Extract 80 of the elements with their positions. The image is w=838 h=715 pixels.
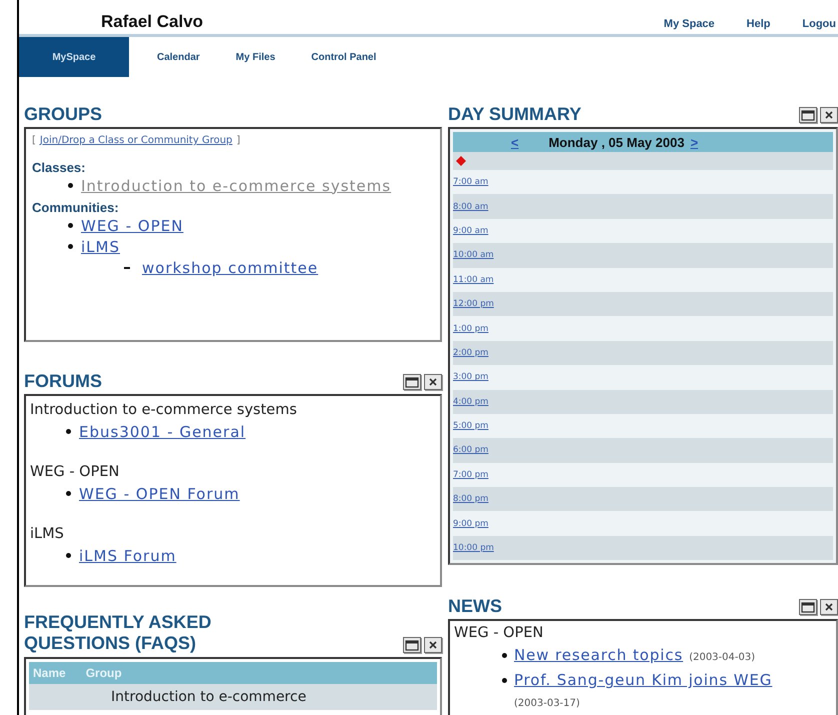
bullet-icon xyxy=(502,678,507,683)
group-name: WEG - OPEN xyxy=(30,463,120,482)
user-name: Rafael Calvo xyxy=(101,12,204,33)
join-link[interactable]: Join/Drop a Class or Community Group xyxy=(40,135,232,146)
community-link[interactable]: WEG - OPEN xyxy=(81,216,184,234)
time-link[interactable]: 8:00 pm xyxy=(453,494,488,504)
communities-label: Communities: xyxy=(32,200,120,215)
bracket: [ xyxy=(32,135,36,146)
header-link[interactable]: My Space xyxy=(664,18,715,30)
time-link[interactable]: 9:00 pm xyxy=(453,518,488,529)
bullet-icon xyxy=(66,491,71,496)
section-title: FORUMS xyxy=(24,371,102,391)
news-date: (2003-04-03) xyxy=(689,651,755,665)
group-name: WEG - OPEN xyxy=(454,624,544,643)
time-link[interactable]: 7:00 am xyxy=(453,177,488,188)
bullet-icon xyxy=(66,429,71,434)
minimize-icon xyxy=(405,376,419,388)
column-header: Name xyxy=(33,666,66,680)
bracket: ] xyxy=(236,135,240,146)
bullet-icon xyxy=(68,223,73,228)
minimize-button[interactable] xyxy=(799,599,817,615)
nav-tab[interactable]: MySpace xyxy=(19,37,129,77)
community-link[interactable]: iLMS xyxy=(81,238,120,256)
news-link[interactable]: New research topics xyxy=(514,644,684,667)
minimize-icon xyxy=(801,110,815,120)
header-link[interactable]: Logou xyxy=(802,18,836,30)
group-name: Introduction to e-commerce systems xyxy=(30,401,298,420)
bullet-icon xyxy=(68,183,73,188)
section-title: NEWS xyxy=(448,596,502,616)
news-date: (2003-03-17) xyxy=(514,697,580,711)
community-link[interactable]: workshop committee xyxy=(142,259,318,277)
section-title: GROUPS xyxy=(24,104,102,124)
bullet-icon xyxy=(66,553,71,558)
news-link[interactable]: Prof. Sang-geun Kim joins WEG xyxy=(514,669,772,692)
close-icon xyxy=(428,377,438,387)
time-link[interactable]: 3:00 pm xyxy=(453,372,488,382)
nav-tab[interactable]: Control Panel xyxy=(293,37,394,77)
time-link[interactable]: 6:00 pm xyxy=(453,445,488,456)
forum-link[interactable]: Ebus3001 - General xyxy=(79,422,246,440)
time-link[interactable]: 2:00 pm xyxy=(453,348,488,358)
table-cell: Introduction to e-commerce xyxy=(111,689,306,705)
time-link[interactable]: 10:00 pm xyxy=(453,543,494,554)
column-header: Group xyxy=(86,666,122,680)
minimize-icon xyxy=(801,602,815,612)
time-link[interactable]: 5:00 pm xyxy=(453,421,488,432)
close-icon xyxy=(824,602,834,612)
forum-link[interactable]: WEG - OPEN Forum xyxy=(79,484,240,502)
time-link[interactable]: 8:00 am xyxy=(453,202,488,212)
nav-tab[interactable]: My Files xyxy=(218,37,294,77)
header-link[interactable]: Help xyxy=(746,18,770,30)
time-link[interactable]: 7:00 pm xyxy=(453,470,488,480)
close-icon xyxy=(428,640,438,650)
time-link[interactable]: 4:00 pm xyxy=(453,396,488,407)
section-title: DAY SUMMARY xyxy=(448,104,582,124)
bullet-icon xyxy=(68,244,73,249)
nav-tab[interactable]: Calendar xyxy=(129,37,218,77)
time-link[interactable]: 12:00 pm xyxy=(453,299,494,310)
time-link[interactable]: 1:00 pm xyxy=(453,324,488,334)
diamond-icon xyxy=(456,156,466,166)
minimize-button[interactable] xyxy=(403,637,421,653)
section-title: FREQUENTLY ASKED QUESTIONS (FAQS) xyxy=(24,612,212,654)
close-icon xyxy=(824,110,834,120)
time-link[interactable]: 11:00 am xyxy=(453,274,494,285)
dash-icon xyxy=(124,267,130,269)
minimize-button[interactable] xyxy=(799,107,817,123)
previous-day-link[interactable]: < xyxy=(511,134,519,150)
time-link[interactable]: 9:00 am xyxy=(453,226,488,236)
classes-label: Classes: xyxy=(32,160,86,175)
minimize-button[interactable] xyxy=(403,374,421,390)
forum-link[interactable]: iLMS Forum xyxy=(79,546,176,564)
date-label: Monday , 05 May 2003 xyxy=(548,134,684,150)
close-button[interactable] xyxy=(820,107,838,123)
close-button[interactable] xyxy=(424,374,442,390)
next-day-link[interactable]: > xyxy=(690,134,698,150)
bullet-icon xyxy=(502,653,507,658)
time-link[interactable]: 10:00 am xyxy=(453,250,494,260)
close-button[interactable] xyxy=(424,637,442,653)
minimize-icon xyxy=(405,640,419,650)
close-button[interactable] xyxy=(820,599,838,615)
group-name: iLMS xyxy=(30,525,65,544)
